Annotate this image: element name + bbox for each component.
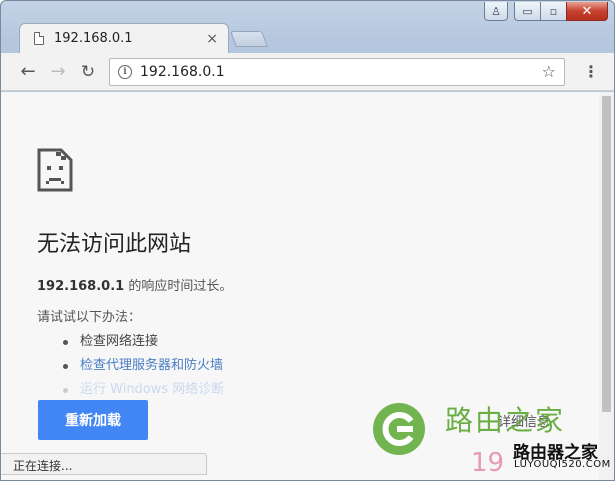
vertical-scrollbar[interactable] <box>599 92 614 480</box>
suggestions-list: 检查网络连接 检查代理服务器和防火墙 运行 Windows 网络诊断 <box>63 330 224 402</box>
close-window-button[interactable]: ✕ <box>566 2 608 21</box>
error-description: 192.168.0.1 的响应时间过长。 <box>37 275 232 294</box>
maximize-button[interactable]: ▫ <box>540 2 566 21</box>
menu-icon[interactable]: ⋮ <box>583 62 599 81</box>
tab-title: 192.168.0.1 <box>54 31 133 46</box>
scrollbar-thumb[interactable] <box>602 96 611 412</box>
new-tab-button[interactable] <box>230 31 268 47</box>
error-host: 192.168.0.1 <box>37 279 125 294</box>
error-text: 的响应时间过长。 <box>124 279 233 294</box>
back-button[interactable]: ← <box>13 57 43 87</box>
watermark-domain: LUYOUQI520.COM <box>514 459 611 470</box>
watermark-number: 19 <box>471 448 505 478</box>
page-title: 无法访问此网站 <box>37 232 192 257</box>
suggestions-label: 请试试以下办法： <box>37 310 142 325</box>
watermark-text: 路由之家 <box>445 404 566 437</box>
user-icon[interactable]: ♙ <box>484 2 508 21</box>
watermark-logo-icon <box>373 403 425 455</box>
suggestion-check-proxy-firewall[interactable]: 检查代理服务器和防火墙 <box>63 354 224 378</box>
sad-page-icon <box>37 148 73 192</box>
page-icon <box>34 32 44 45</box>
url-text[interactable]: 192.168.0.1 <box>140 64 542 80</box>
toolbar: ← → ↻ i 192.168.0.1 ☆ ⋮ <box>1 53 614 91</box>
info-icon[interactable]: i <box>118 64 132 79</box>
tab-close-icon[interactable]: × <box>206 31 218 47</box>
reload-button[interactable]: ↻ <box>73 57 103 87</box>
address-bar[interactable]: i 192.168.0.1 ☆ <box>109 57 565 86</box>
reload-page-button[interactable]: 重新加载 <box>38 400 148 440</box>
bookmark-star-icon[interactable]: ☆ <box>542 62 556 81</box>
status-bubble: 正在连接... <box>1 453 207 475</box>
suggestion-check-network: 检查网络连接 <box>63 330 224 354</box>
window-controls: ♙ ▭ ▫ ✕ <box>484 2 608 22</box>
active-tab[interactable]: 192.168.0.1 × <box>19 23 229 53</box>
suggestion-run-diagnostics[interactable]: 运行 Windows 网络诊断 <box>63 378 224 402</box>
forward-button[interactable]: → <box>43 57 73 87</box>
minimize-button[interactable]: ▭ <box>514 2 540 21</box>
browser-window: ♙ ▭ ▫ ✕ 192.168.0.1 × ← → ↻ i 192.168.0.… <box>0 0 615 481</box>
